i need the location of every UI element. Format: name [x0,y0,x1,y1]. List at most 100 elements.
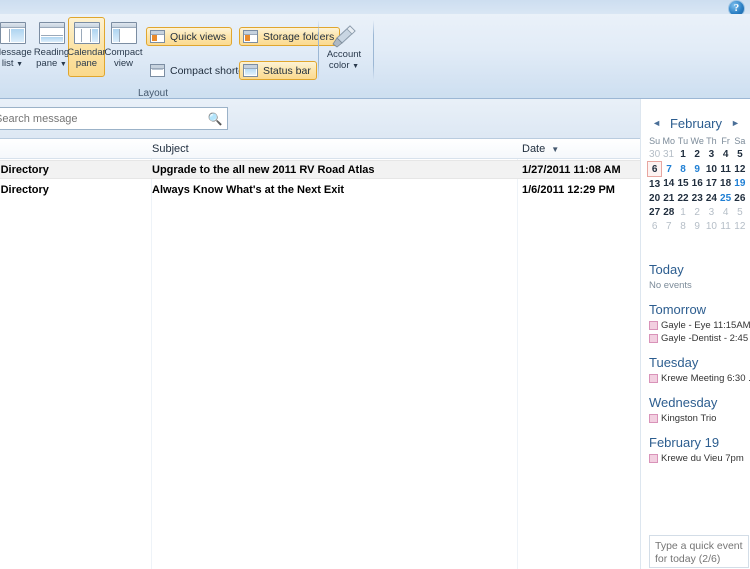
list-item[interactable]: Krewe du Vieu 7pm [649,453,750,464]
layout-group-label: Layout [138,88,169,99]
calendar-day-21[interactable]: 21 [662,191,676,205]
column-header-date[interactable]: Date ▼ [522,143,559,155]
calendar-day-10[interactable]: 10 [704,162,718,177]
calendar-day-12[interactable]: 12 [733,219,747,233]
calendar-day-26[interactable]: 26 [733,191,747,205]
ribbon-layout-group: Message list ▼ Reading pane ▼ Calendar p… [0,14,750,99]
ribbon-separator-right [373,20,374,80]
table-row[interactable]: Life Directory Upgrade to the all new 20… [0,160,640,179]
message-list-header: Subject Date ▼ [0,139,640,159]
calendar-day-3[interactable]: 3 [704,205,718,219]
quick-views-toggle[interactable]: Quick views [146,27,233,46]
calendar-day-2[interactable]: 2 [690,205,704,219]
search-box[interactable]: 🔍 [0,107,228,130]
calendar-day-24[interactable]: 24 [704,191,718,205]
calendar-day-6-today[interactable]: 6 [646,161,663,177]
calendar-day-9[interactable]: 9 [690,219,704,233]
calendar-day-1[interactable]: 1 [676,147,690,162]
appointment-label: Gayle -Dentist - 2:45 ... [661,333,750,344]
table-row[interactable]: Life Directory Always Know What's at the… [0,181,640,200]
calendar-day-8[interactable]: 8 [676,219,690,233]
reading-pane-label-2: pane ▼ [36,58,67,69]
list-item[interactable]: Gayle -Dentist - 2:45 ... [649,333,750,344]
calendar-day-16[interactable]: 16 [690,177,704,192]
calendar-day-11[interactable]: 11 [719,219,733,233]
search-input[interactable] [0,111,205,126]
weekday-sa: Sa [734,136,746,146]
appointment-label: Krewe Meeting 6:30 ... [661,373,750,384]
weekday-su: Su [649,136,661,146]
calendar-day-3[interactable]: 3 [704,147,718,162]
calendar-week-row: 13 14 15 16 17 18 19 [648,177,748,192]
calendar-day-13[interactable]: 13 [648,177,662,192]
weekday-tu: Tu [677,136,689,146]
calendar-day-5[interactable]: 5 [733,205,747,219]
account-color-button[interactable]: Account color ▼ [322,17,366,79]
calendar-week-row: 20 21 22 23 24 25 26 [648,191,748,205]
message-list-icon [0,22,26,44]
calendar-day-19[interactable]: 19 [733,177,747,192]
list-item[interactable]: Kingston Trio [649,413,750,424]
reading-pane-button[interactable]: Reading pane ▼ [33,17,70,77]
calendar-day-6[interactable]: 6 [648,219,662,233]
calendar-month-label[interactable]: February [670,116,722,131]
calendar-day-27[interactable]: 27 [648,205,662,219]
calendar-day-7[interactable]: 7 [662,219,676,233]
calendar-pane-label-1: Calendar [67,47,106,58]
search-icon[interactable]: 🔍 [205,112,225,126]
column-divider-from-subject[interactable] [151,139,152,569]
calendar-day-8[interactable]: 8 [676,162,690,177]
prev-month-icon[interactable]: ◄ [648,118,665,128]
calendar-header: ◄ February ► [641,113,750,133]
status-bar-label: Status bar [263,64,311,77]
status-bar-icon [243,64,258,77]
message-list-button[interactable]: Message list ▼ [0,17,32,77]
appointment-label: Kingston Trio [661,413,717,424]
calendar-pane-icon [73,22,100,44]
appointment-day-heading: Tomorrow [649,302,707,317]
calendar-day-7[interactable]: 7 [662,162,676,177]
calendar-day-30[interactable]: 30 [648,147,662,162]
calendar-day-4[interactable]: 4 [719,147,733,162]
calendar-day-25[interactable]: 25 [719,191,733,205]
message-subject: Upgrade to the all new 2011 RV Road Atla… [152,164,375,176]
column-header-date-label: Date [522,143,546,155]
compact-view-button[interactable]: Compact view [105,17,143,77]
calendar-pane-button[interactable]: Calendar pane [67,17,106,77]
quick-views-icon [150,30,165,43]
column-header-subject[interactable]: Subject [152,143,189,155]
calendar-day-12[interactable]: 12 [733,162,747,177]
list-item[interactable]: Gayle - Eye 11:15AM [649,320,750,331]
storage-folders-icon [243,30,258,43]
appointment-label: Gayle - Eye 11:15AM [661,320,750,331]
column-divider-subject-date[interactable] [517,139,518,569]
calendar-day-31[interactable]: 31 [662,147,676,162]
calendar-day-9[interactable]: 9 [690,162,704,177]
message-date: 1/6/2011 12:29 PM [522,184,615,196]
message-subject: Always Know What's at the Next Exit [152,184,345,196]
status-bar-toggle[interactable]: Status bar [239,61,317,80]
calendar-day-18[interactable]: 18 [719,177,733,192]
calendar-day-14[interactable]: 14 [662,177,676,192]
appointment-color-chip-icon [649,334,658,343]
calendar-day-10[interactable]: 10 [704,219,718,233]
next-month-icon[interactable]: ► [727,118,744,128]
calendar-day-2[interactable]: 2 [690,147,704,162]
calendar-day-23[interactable]: 23 [690,191,704,205]
account-color-label-1: Account [326,49,362,60]
list-item[interactable]: Krewe Meeting 6:30 ... [649,373,750,384]
calendar-day-15[interactable]: 15 [676,177,690,192]
quick-event-input[interactable] [649,535,749,568]
calendar-day-1[interactable]: 1 [676,205,690,219]
calendar-day-17[interactable]: 17 [704,177,718,192]
calendar-day-20[interactable]: 20 [648,191,662,205]
calendar-day-4[interactable]: 4 [719,205,733,219]
calendar-day-11[interactable]: 11 [719,162,733,177]
calendar-day-28[interactable]: 28 [662,205,676,219]
compact-view-label-2: view [113,58,133,69]
message-from: Life Directory [0,164,49,176]
appointment-color-chip-icon [649,454,658,463]
calendar-day-5[interactable]: 5 [733,147,747,162]
calendar-week-row: 6 7 8 9 10 11 12 [646,161,748,177]
calendar-day-22[interactable]: 22 [676,191,690,205]
